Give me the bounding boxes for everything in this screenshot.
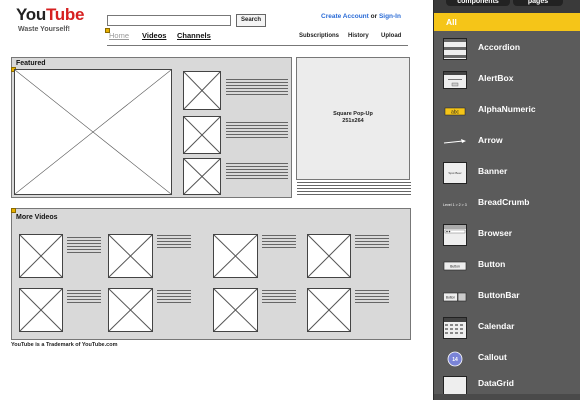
accordion-icon (443, 38, 467, 60)
svg-text:14: 14 (452, 357, 458, 363)
palette-item-banner[interactable]: Spot Beer Banner (434, 158, 580, 189)
palette-item-alertbox[interactable]: AlertBox (434, 65, 580, 96)
palette-item-calendar[interactable]: Calendar (434, 313, 580, 344)
palette-item-accordion[interactable]: Accordion (434, 34, 580, 65)
svg-text:abc: abc (451, 110, 460, 116)
video-text-lines (157, 235, 191, 250)
tagline: Waste Yourself! (18, 26, 70, 33)
palette-tabs: components pages (434, 0, 580, 13)
nav-history[interactable]: History (348, 33, 369, 39)
video-text-lines (262, 290, 296, 305)
tab-pages[interactable]: pages (513, 0, 563, 6)
account-links: Create Account or Sign-In (321, 13, 401, 20)
featured-thumb[interactable] (183, 71, 221, 110)
popup-text-lines (297, 182, 411, 197)
breadcrumb-icon: Level 1 > 2 > 3 (443, 203, 467, 207)
video-thumb[interactable] (19, 288, 63, 332)
palette-item-label: Button (478, 259, 506, 269)
palette-item-label: AlphaNumeric (478, 104, 536, 114)
video-thumb[interactable] (307, 288, 351, 332)
featured-text-lines (226, 79, 288, 97)
featured-text-lines (226, 163, 288, 181)
palette-item-label: Callout (478, 352, 507, 362)
palette-item-buttonbar[interactable]: Button ButtonBar (434, 282, 580, 313)
palette-item-label: ButtonBar (478, 290, 520, 300)
video-text-lines (157, 290, 191, 305)
palette-item-alphanumeric[interactable]: abc AlphaNumeric (434, 96, 580, 127)
tab-components[interactable]: components (446, 0, 510, 6)
featured-title: Featured (16, 60, 46, 67)
svg-text:Level 1 > 2 > 3: Level 1 > 2 > 3 (443, 203, 467, 207)
create-account-link[interactable]: Create Account (321, 13, 369, 20)
featured-text-lines (226, 122, 288, 140)
alphanumeric-icon: abc (444, 107, 466, 116)
palette-item-arrow[interactable]: Arrow (434, 127, 580, 158)
palette-item-label: Browser (478, 228, 513, 238)
trademark-note: YouTube is a Trademark of YouTube.com (11, 342, 118, 348)
nav-videos[interactable]: Videos (142, 31, 166, 40)
search-input[interactable] (107, 15, 231, 26)
nav-home[interactable]: Home (109, 31, 129, 40)
logo-you: You (16, 5, 46, 24)
square-popup-placeholder[interactable]: Square Pop-Up 251x264 (296, 57, 410, 180)
alertbox-icon (443, 71, 467, 89)
popup-label-line1: Square Pop-Up (333, 111, 373, 117)
featured-thumb[interactable] (183, 116, 221, 154)
svg-text:Button: Button (450, 265, 460, 269)
nav-upload[interactable]: Upload (381, 33, 401, 39)
buttonbar-icon: Button (443, 292, 467, 302)
video-text-lines (67, 237, 101, 255)
palette-item-browser[interactable]: Browser (434, 220, 580, 251)
palette-item-breadcrumb[interactable]: Level 1 > 2 > 3 BreadCrumb (434, 189, 580, 220)
header-divider (107, 45, 408, 46)
filter-all[interactable]: All (434, 13, 580, 31)
logo-tube: Tube (45, 5, 85, 24)
video-thumb[interactable] (108, 288, 153, 332)
palette-item-label: Calendar (478, 321, 515, 331)
banner-icon: Spot Beer (443, 162, 467, 184)
video-text-lines (355, 290, 389, 305)
button-icon: Button (443, 261, 467, 271)
or-text: or (370, 13, 378, 20)
palette-item-button[interactable]: Button Button (434, 251, 580, 282)
popup-label: Square Pop-Up 251x264 (297, 111, 409, 125)
youtube-logo: YouTube (16, 5, 84, 25)
video-thumb[interactable] (108, 234, 153, 278)
featured-thumb[interactable] (183, 158, 221, 195)
svg-text:Button: Button (446, 296, 455, 300)
video-text-lines (262, 235, 296, 250)
video-text-lines (355, 235, 389, 250)
nav-channels[interactable]: Channels (177, 31, 211, 40)
featured-video-placeholder[interactable] (14, 69, 172, 195)
video-thumb[interactable] (213, 234, 258, 278)
palette-item-label: BreadCrumb (478, 197, 530, 207)
palette-item-label: Banner (478, 166, 508, 176)
video-thumb[interactable] (19, 234, 63, 278)
video-thumb[interactable] (307, 234, 351, 278)
popup-label-line2: 251x264 (342, 118, 364, 124)
palette-item-label: Arrow (478, 135, 503, 145)
palette-item-label: DataGrid (478, 378, 514, 388)
palette-scrollbar[interactable] (434, 394, 580, 400)
video-thumb[interactable] (213, 288, 258, 332)
more-videos-title: More Videos (16, 214, 58, 221)
selection-marker-icon (11, 208, 16, 213)
wireframe-canvas[interactable]: YouTube Waste Yourself! Search Create Ac… (0, 0, 433, 400)
palette-item-callout[interactable]: 14 Callout (434, 344, 580, 375)
palette-item-label: AlertBox (478, 73, 514, 83)
nav-subscriptions[interactable]: Subscriptions (299, 33, 339, 39)
browser-icon (443, 224, 467, 246)
svg-text:Spot Beer: Spot Beer (448, 171, 461, 175)
component-palette: components pages All Accordion AlertBox … (433, 0, 580, 400)
palette-item-label: Accordion (478, 42, 521, 52)
calendar-icon (443, 317, 467, 339)
search-button[interactable]: Search (236, 14, 266, 27)
arrow-icon (443, 139, 466, 144)
more-videos-panel[interactable]: More Videos (11, 208, 411, 340)
sign-in-link[interactable]: Sign-In (379, 13, 401, 20)
video-text-lines (67, 290, 101, 305)
callout-icon: 14 (447, 351, 463, 367)
